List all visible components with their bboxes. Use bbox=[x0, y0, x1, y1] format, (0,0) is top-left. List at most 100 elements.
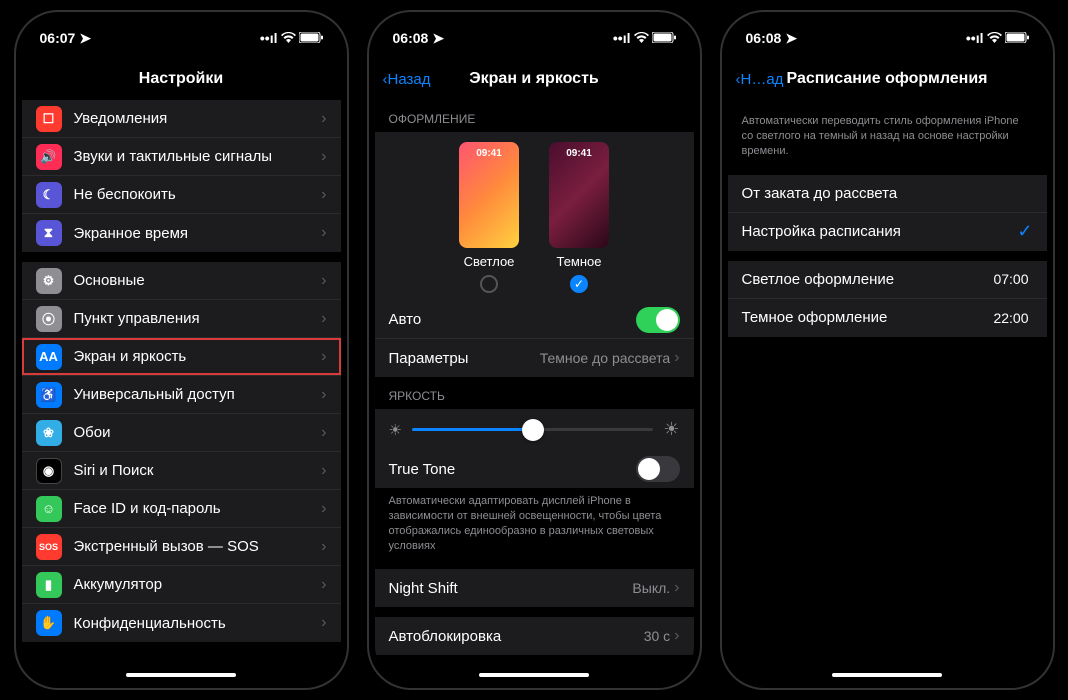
autolock-value: 30 с bbox=[644, 628, 670, 644]
location-icon: ➤ bbox=[79, 30, 91, 47]
signal-icon: ••ıl bbox=[613, 30, 631, 46]
nightshift-label: Night Shift bbox=[389, 580, 633, 597]
app-icon: AA bbox=[36, 344, 62, 370]
nav-title: Расписание оформления bbox=[786, 70, 987, 88]
schedule-description: Автоматически переводить стиль оформлени… bbox=[728, 100, 1047, 165]
settings-row[interactable]: ⧗ Экранное время› bbox=[22, 214, 341, 252]
dark-row-label: Темное оформление bbox=[742, 309, 994, 326]
row-custom-schedule[interactable]: Настройка расписания ✓ bbox=[728, 213, 1047, 251]
brightness-slider-row: ☀ ☀ bbox=[375, 409, 694, 450]
nav-title: Экран и яркость bbox=[469, 70, 599, 88]
chevron-right-icon: › bbox=[321, 386, 326, 404]
auto-label: Авто bbox=[389, 311, 636, 328]
settings-row[interactable]: ☾Не беспокоить› bbox=[22, 176, 341, 214]
schedule-content[interactable]: Автоматически переводить стиль оформлени… bbox=[728, 100, 1047, 682]
section-brightness: ЯРКОСТЬ bbox=[375, 377, 694, 409]
chevron-right-icon: › bbox=[321, 148, 326, 166]
app-icon: ❀ bbox=[36, 420, 62, 446]
nav-bar: ‹ Назад Экран и яркость bbox=[375, 58, 694, 100]
preview-time: 09:41 bbox=[459, 148, 519, 159]
check-icon: ✓ bbox=[1017, 221, 1032, 242]
row-options[interactable]: Параметры Темное до рассвета › bbox=[375, 339, 694, 377]
back-label: Н…ад bbox=[741, 71, 784, 88]
settings-row[interactable]: ☺Face ID и код-пароль› bbox=[22, 490, 341, 528]
settings-row[interactable]: ♿Универсальный доступ› bbox=[22, 376, 341, 414]
dark-label: Темное bbox=[556, 254, 601, 269]
status-time: 06:08 bbox=[393, 30, 429, 46]
row-autolock[interactable]: Автоблокировка 30 с › bbox=[375, 617, 694, 655]
chevron-right-icon: › bbox=[674, 349, 679, 367]
signal-icon: ••ıl bbox=[966, 30, 984, 46]
app-icon: ☐ bbox=[36, 106, 62, 132]
row-label: Экран и яркость bbox=[74, 348, 322, 365]
wifi-icon bbox=[634, 30, 649, 46]
chevron-right-icon: › bbox=[321, 500, 326, 518]
settings-row[interactable]: SOSЭкстренный вызов — SOS› bbox=[22, 528, 341, 566]
chevron-right-icon: › bbox=[321, 348, 326, 366]
location-icon: ➤ bbox=[432, 30, 444, 47]
settings-row[interactable]: ✋ Конфиденциальность› bbox=[22, 604, 341, 642]
back-label: Назад bbox=[388, 71, 431, 88]
settings-row[interactable]: ▮Аккумулятор› bbox=[22, 566, 341, 604]
settings-row[interactable]: 🔊Звуки и тактильные сигналы› bbox=[22, 138, 341, 176]
sun-small-icon: ☀ bbox=[389, 421, 402, 439]
settings-row[interactable]: ◉Siri и Поиск› bbox=[22, 452, 341, 490]
app-icon: 🔊 bbox=[36, 144, 62, 170]
row-label: Экстренный вызов — SOS bbox=[74, 538, 322, 555]
opt1-label: От заката до рассвета bbox=[742, 185, 1033, 202]
app-icon: ✋ bbox=[36, 610, 62, 636]
app-icon: ☾ bbox=[36, 182, 62, 208]
slider-thumb[interactable] bbox=[522, 419, 544, 441]
nav-title: Настройки bbox=[139, 70, 223, 88]
settings-row[interactable]: ☐Уведомления› bbox=[22, 100, 341, 138]
appearance-light[interactable]: 09:41 Светлое bbox=[459, 142, 519, 293]
row-auto: Авто bbox=[375, 301, 694, 339]
radio-light[interactable] bbox=[480, 275, 498, 293]
row-label: Основные bbox=[74, 272, 322, 289]
row-label: Siri и Поиск bbox=[74, 462, 322, 479]
battery-icon bbox=[1005, 30, 1029, 46]
autolock-label: Автоблокировка bbox=[389, 628, 644, 645]
wifi-icon bbox=[987, 30, 1002, 46]
chevron-right-icon: › bbox=[321, 462, 326, 480]
row-label: Экранное время bbox=[74, 225, 322, 242]
app-icon: SOS bbox=[36, 534, 62, 560]
row-light-schedule[interactable]: Светлое оформление 07:00 bbox=[728, 261, 1047, 299]
row-label: Face ID и код-пароль bbox=[74, 500, 322, 517]
home-indicator[interactable] bbox=[126, 673, 236, 677]
row-dark-schedule[interactable]: Темное оформление 22:00 bbox=[728, 299, 1047, 337]
row-label: Конфиденциальность bbox=[74, 615, 322, 632]
phone-display-brightness: 06:08 ➤ ••ıl ‹ Назад Экран и яркость ОФО… bbox=[367, 10, 702, 690]
dark-time: 22:00 bbox=[993, 310, 1028, 326]
app-icon: ⧗ bbox=[36, 220, 62, 246]
settings-row[interactable]: AA Экран и яркость› bbox=[22, 338, 341, 376]
settings-content[interactable]: ☐Уведомления›🔊Звуки и тактильные сигналы… bbox=[22, 100, 341, 682]
radio-dark[interactable]: ✓ bbox=[570, 275, 588, 293]
sun-large-icon: ☀ bbox=[663, 419, 679, 440]
chevron-right-icon: › bbox=[321, 424, 326, 442]
notch bbox=[106, 18, 256, 42]
brightness-slider[interactable] bbox=[412, 428, 653, 431]
chevron-right-icon: › bbox=[321, 224, 326, 242]
row-label: Не беспокоить bbox=[74, 186, 322, 203]
back-button[interactable]: ‹ Назад bbox=[383, 71, 431, 88]
back-button[interactable]: ‹ Н…ад bbox=[736, 71, 784, 88]
chevron-right-icon: › bbox=[321, 614, 326, 632]
app-icon: ⦿ bbox=[36, 306, 62, 332]
home-indicator[interactable] bbox=[832, 673, 942, 677]
chevron-right-icon: › bbox=[674, 627, 679, 645]
row-truetone: True Tone bbox=[375, 450, 694, 488]
appearance-dark[interactable]: 09:41 Темное ✓ bbox=[549, 142, 609, 293]
row-nightshift[interactable]: Night Shift Выкл. › bbox=[375, 569, 694, 607]
toggle-auto[interactable] bbox=[636, 307, 680, 333]
home-indicator[interactable] bbox=[479, 673, 589, 677]
display-content[interactable]: ОФОРМЛЕНИЕ 09:41 Светлое 09:41 Темное ✓ bbox=[375, 100, 694, 682]
location-icon: ➤ bbox=[785, 30, 797, 47]
chevron-right-icon: › bbox=[321, 310, 326, 328]
row-sunset-sunrise[interactable]: От заката до рассвета bbox=[728, 175, 1047, 213]
settings-row[interactable]: ⚙Основные› bbox=[22, 262, 341, 300]
settings-row[interactable]: ⦿Пункт управления› bbox=[22, 300, 341, 338]
toggle-truetone[interactable] bbox=[636, 456, 680, 482]
chevron-right-icon: › bbox=[321, 272, 326, 290]
settings-row[interactable]: ❀Обои› bbox=[22, 414, 341, 452]
